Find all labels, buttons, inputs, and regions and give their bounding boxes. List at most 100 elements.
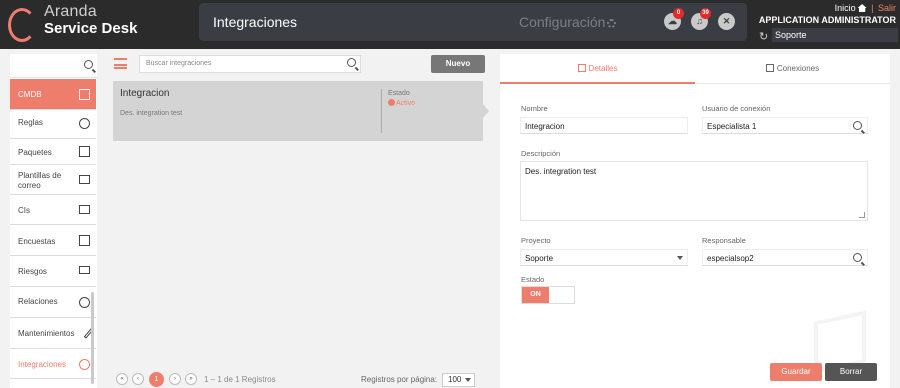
tools-icon[interactable]: ✕ (718, 13, 735, 30)
sidebar-item-label: CMDB (18, 90, 42, 99)
tab-label: Conexiones (776, 64, 820, 73)
description-textarea[interactable]: Des. integration test (520, 161, 868, 221)
sidebar-item-riesgos[interactable]: Riesgos (10, 256, 96, 287)
cloud-badge: 0 (673, 8, 684, 19)
detail-tabs: Detalles Conexiones (500, 54, 890, 84)
sidebar-item-integraciones[interactable]: Integraciones (10, 349, 96, 379)
delete-button[interactable]: Borrar (825, 363, 877, 381)
integration-name: Integracion (120, 88, 170, 99)
sidebar-item-relaciones[interactable]: Relaciones (10, 287, 96, 318)
sidebar-item-cis[interactable]: CIs (10, 195, 96, 225)
edit-icon (577, 64, 586, 72)
connection-user-value: Especialista 1 (707, 122, 757, 131)
sidebar-item-encuestas[interactable]: Encuestas (10, 225, 96, 256)
copy-icon (79, 89, 90, 100)
brand-name: Aranda (44, 3, 97, 20)
aranda-logo (8, 4, 36, 45)
configuration-label: Configuración (519, 14, 606, 30)
page-range: 1 – 1 de 1 Registros (204, 375, 276, 384)
sidebar-item-cmdb[interactable]: CMDB (10, 79, 96, 110)
search-icon[interactable] (84, 60, 93, 69)
project-label: Proyecto (521, 236, 551, 245)
home-icon[interactable] (857, 4, 867, 12)
cloud-download-icon[interactable]: ☁ 0 (664, 8, 684, 30)
sidebar-item-label: Riesgos (18, 267, 47, 276)
prev-page-button[interactable]: ‹ (132, 373, 144, 385)
connection-user-label: Usuario de conexión (702, 104, 771, 113)
top-bar: Aranda Service Desk Integraciones Config… (0, 0, 900, 49)
responsible-field[interactable]: especialsop2 (702, 249, 868, 266)
state-label: Estado (521, 275, 545, 284)
chevron-down-icon (465, 378, 471, 382)
home-link[interactable]: Inicio (835, 3, 856, 13)
status-dot-icon (388, 99, 395, 106)
status-badge: Activo (388, 99, 415, 107)
sidebar-item-plantillas-de-correo[interactable]: Plantillas de correo (10, 165, 96, 195)
sidebar-item-label: Paquetes (18, 148, 52, 157)
responsible-label: Responsable (702, 236, 746, 245)
sidebar-item-reglas[interactable]: Reglas (10, 110, 96, 139)
connection-user-field[interactable]: Especialista 1 (702, 117, 868, 134)
first-page-button[interactable]: « (116, 373, 128, 385)
survey-icon (79, 235, 90, 246)
box-icon (79, 146, 90, 157)
per-page-select[interactable]: 100 (442, 373, 475, 387)
name-label: Nombre (521, 104, 548, 113)
tab-connections[interactable]: Conexiones (695, 54, 890, 84)
sidebar-item-label: Relaciones (18, 297, 58, 306)
sidebar-item-label: Encuestas (18, 237, 56, 246)
new-button[interactable]: Nuevo (431, 55, 485, 73)
refresh-icon[interactable]: ↻ (759, 30, 768, 43)
name-field[interactable]: Integracion (520, 117, 688, 134)
integration-icon (79, 359, 90, 370)
chevron-down-icon (677, 256, 683, 260)
list-panel: Buscar integraciones Nuevo Integracion D… (104, 54, 490, 388)
page-title: Integraciones (213, 14, 298, 30)
state-label: Estado (388, 90, 410, 97)
search-input[interactable]: Buscar integraciones (139, 55, 361, 73)
description-value: Des. integration test (525, 167, 597, 176)
hamburger-menu-icon[interactable] (114, 58, 127, 69)
logout-link[interactable]: Salir (878, 3, 896, 13)
laptop-icon (79, 205, 90, 214)
save-button[interactable]: Guardar (770, 363, 822, 381)
detail-panel: Detalles Conexiones Nombre Integracion U… (500, 54, 890, 388)
configuration-menu[interactable]: Configuración (519, 14, 617, 30)
status-text: Activo (396, 100, 416, 107)
network-icon (79, 297, 90, 308)
bell-icon[interactable]: ♫ 39 (691, 8, 711, 30)
responsible-value: especialsop2 (707, 254, 754, 263)
tab-details[interactable]: Detalles (500, 54, 695, 84)
resize-handle-icon[interactable] (859, 212, 865, 218)
current-page-button[interactable]: 1 (149, 372, 164, 387)
project-select[interactable]: Soporte (520, 249, 688, 266)
tab-label: Detalles (588, 64, 618, 73)
gear-icon (607, 18, 617, 28)
divider (381, 89, 382, 133)
home-line: Inicio | Salir (835, 3, 896, 13)
sidebar-scrollbar[interactable] (91, 292, 94, 384)
toggle-on-label: ON (522, 287, 549, 303)
sidebar-search[interactable] (10, 54, 97, 78)
sidebar-item-label: Plantillas de correo (18, 171, 62, 190)
per-page-value: 100 (448, 375, 462, 384)
sidebar-item-mantenimientos[interactable]: Mantenimientos (10, 318, 96, 349)
project-selector[interactable]: Soporte (772, 28, 898, 42)
search-icon[interactable] (853, 253, 862, 262)
barrier-icon (79, 266, 90, 274)
list-item[interactable]: Integracion Des. integration test Estado… (113, 81, 489, 141)
list-icon (765, 64, 774, 72)
compass-icon (79, 118, 90, 129)
search-placeholder: Buscar integraciones (146, 60, 212, 67)
sidebar-item-label: Reglas (18, 118, 43, 127)
title-panel: Integraciones Configuración ☁ 0 ♫ 39 ✕ (199, 3, 747, 41)
sidebar-item-paquetes[interactable]: Paquetes (10, 139, 96, 165)
last-page-button[interactable]: » (185, 373, 197, 385)
state-toggle[interactable]: ON (521, 286, 575, 304)
search-icon[interactable] (853, 121, 862, 130)
envelope-icon (79, 175, 90, 184)
search-icon[interactable] (347, 58, 356, 67)
next-page-button[interactable]: › (169, 373, 181, 385)
sidebar-item-label: Integraciones (18, 360, 67, 369)
sidebar-item-label: Mantenimientos (18, 329, 75, 338)
